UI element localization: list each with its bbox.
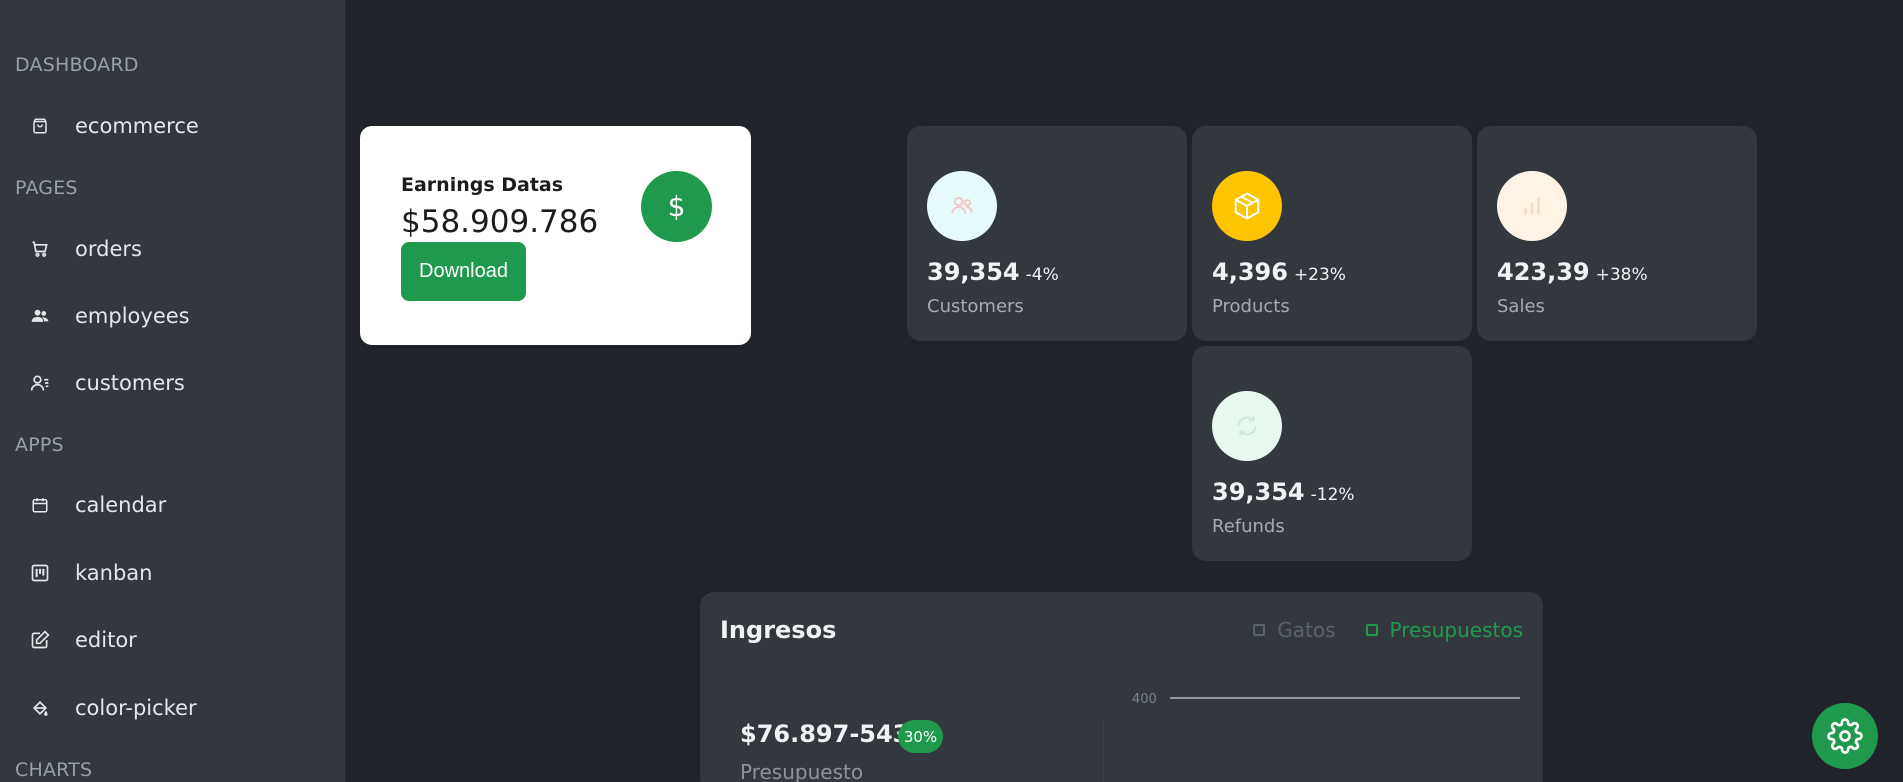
paint-bucket-icon (29, 697, 51, 719)
bar-chart-icon[interactable] (1497, 171, 1567, 241)
sidebar-item-label: color-picker (75, 696, 197, 720)
bag-icon (29, 115, 51, 137)
user-list-icon (29, 372, 51, 394)
stat-card-sales: 423,39 +38% Sales (1477, 126, 1757, 341)
legend-label: Presupuestos (1389, 618, 1524, 642)
users-icon[interactable] (927, 171, 997, 241)
gear-icon (1827, 718, 1863, 754)
stat-change: -4% (1025, 265, 1059, 285)
sidebar-item-label: orders (75, 237, 142, 261)
box-icon[interactable] (1212, 171, 1282, 241)
stat-change: -12% (1310, 485, 1355, 505)
sidebar-item-label: ecommerce (75, 114, 199, 138)
stat-value: 423,39 (1497, 258, 1590, 286)
stat-value-wrap: 423,39 +38% (1497, 258, 1648, 286)
stat-value: 39,354 (927, 258, 1020, 286)
sidebar-item-label: calendar (75, 493, 167, 517)
stat-value: 39,354 (1212, 478, 1305, 506)
stat-card-products: 4,396 +23% Products (1192, 126, 1472, 341)
section-apps: APPS (15, 434, 64, 456)
sidebar-item-calendar[interactable]: calendar (0, 477, 345, 533)
sidebar: DASHBOARD ecommerce PAGES orders employe… (0, 0, 345, 782)
sidebar-item-editor[interactable]: editor (0, 612, 345, 668)
stat-caption: Refunds (1212, 516, 1285, 537)
legend-square-icon (1253, 624, 1266, 636)
sidebar-item-color-picker[interactable]: color-picker (0, 680, 345, 736)
sidebar-item-label: kanban (75, 561, 153, 585)
settings-button[interactable] (1812, 703, 1878, 769)
y-tick-label: 400 (1132, 692, 1157, 707)
stat-caption: Products (1212, 296, 1290, 317)
refresh-icon[interactable] (1212, 391, 1282, 461)
section-pages: PAGES (15, 177, 78, 199)
sidebar-item-ecommerce[interactable]: ecommerce (0, 98, 345, 154)
stat-value-wrap: 4,396 +23% (1212, 258, 1346, 286)
revenue-chart: 400 (1132, 692, 1520, 707)
revenue-panel: Ingresos Gatos Presupuestos $76.897-543 … (700, 592, 1543, 782)
calendar-icon (29, 494, 51, 516)
edit-icon (29, 629, 51, 651)
stat-caption: Customers (927, 296, 1024, 317)
cart-icon (29, 238, 51, 260)
sidebar-item-label: employees (75, 304, 190, 328)
stat-card-refunds: 39,354 -12% Refunds (1192, 346, 1472, 561)
panel-title: Ingresos (720, 616, 837, 644)
sidebar-item-orders[interactable]: orders (0, 221, 345, 277)
earnings-value: $58.909.786 (401, 204, 599, 240)
stat-card-customers: 39,354 -4% Customers (907, 126, 1187, 341)
budget-value: $76.897-543 (740, 720, 910, 748)
budget-badge: 30% (898, 720, 943, 753)
divider (1103, 720, 1104, 782)
sidebar-item-label: editor (75, 628, 137, 652)
sidebar-item-label: customers (75, 371, 185, 395)
legend-square-icon (1365, 624, 1378, 636)
legend-item-gatos[interactable]: Gatos (1253, 618, 1336, 642)
chart-legend: Gatos Presupuestos (1253, 618, 1523, 642)
sidebar-item-customers[interactable]: customers (0, 355, 345, 411)
stat-caption: Sales (1497, 296, 1545, 317)
kanban-icon (29, 562, 51, 584)
sidebar-item-kanban[interactable]: kanban (0, 545, 345, 601)
stat-change: +23% (1293, 265, 1346, 285)
dollar-icon[interactable]: $ (641, 171, 712, 242)
stat-change: +38% (1595, 265, 1648, 285)
team-icon (29, 305, 51, 327)
budget-caption: Presupuesto (740, 760, 864, 782)
section-charts: CHARTS (15, 759, 93, 781)
section-dashboard: DASHBOARD (15, 54, 139, 76)
download-button[interactable]: Download (401, 242, 526, 301)
earnings-card: Earnings Datas $58.909.786 Download $ (360, 126, 751, 345)
stat-value-wrap: 39,354 -12% (1212, 478, 1355, 506)
stat-value: 4,396 (1212, 258, 1288, 286)
sidebar-item-employees[interactable]: employees (0, 288, 345, 344)
legend-item-presupuestos[interactable]: Presupuestos (1365, 618, 1524, 642)
stat-value-wrap: 39,354 -4% (927, 258, 1059, 286)
legend-label: Gatos (1277, 618, 1336, 642)
earnings-title: Earnings Datas (401, 174, 564, 196)
